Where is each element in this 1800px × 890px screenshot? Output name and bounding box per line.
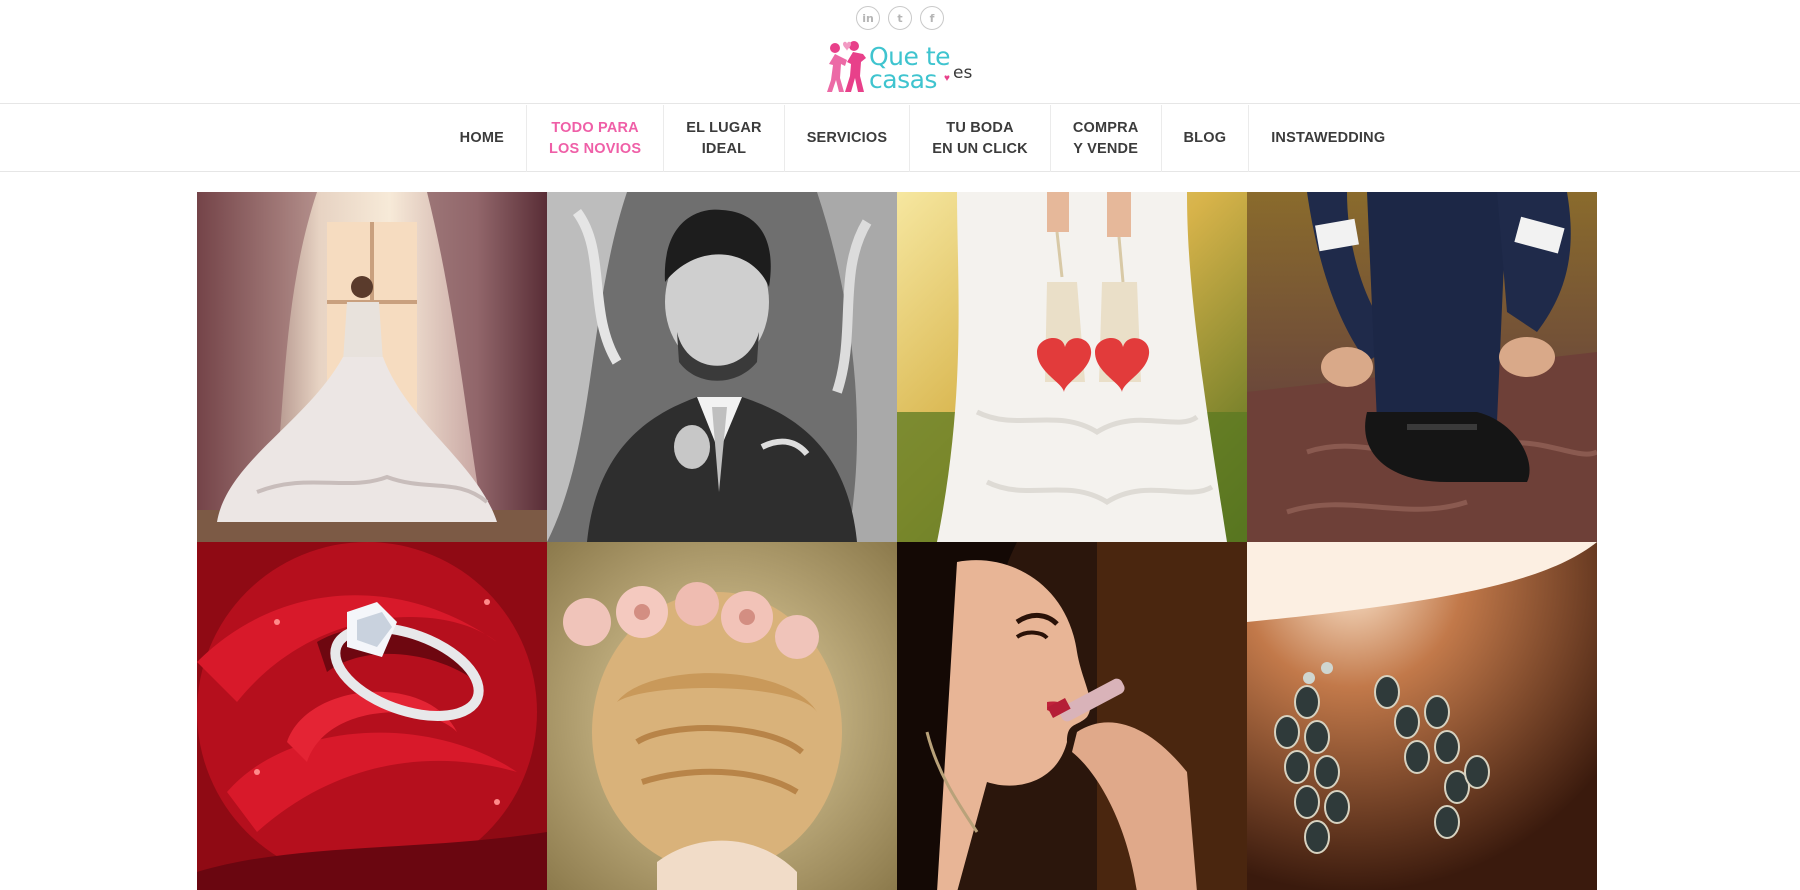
heart-icon: ♥ xyxy=(944,73,950,84)
site-logo[interactable]: Que te casas ♥ es xyxy=(823,38,973,96)
photo-gallery xyxy=(197,192,1597,890)
couple-logo-icon xyxy=(827,41,866,92)
facebook-icon[interactable]: f xyxy=(920,6,944,30)
nav-item-el-lugar-ideal[interactable]: EL LUGAR IDEAL xyxy=(663,105,783,172)
nav-items: HOME TODO PARA LOS NOVIOS EL LUGAR IDEAL… xyxy=(438,105,1408,172)
bride-at-window-photo[interactable] xyxy=(197,192,547,542)
logo-wordmark: Que te casas ♥ es xyxy=(869,40,973,94)
logo-line-2: casas xyxy=(869,65,937,94)
nav-item-home[interactable]: HOME xyxy=(438,105,526,172)
twitter-icon[interactable]: t xyxy=(888,6,912,30)
nav-item-servicios[interactable]: SERVICIOS xyxy=(783,105,910,172)
bridal-hair-flowers-photo[interactable] xyxy=(547,542,897,890)
nav-item-todo-para-los-novios[interactable]: TODO PARA LOS NOVIOS xyxy=(525,105,663,172)
linkedin-icon[interactable]: in xyxy=(856,6,880,30)
bride-lipstick-photo[interactable] xyxy=(897,542,1247,890)
ring-on-rose-photo[interactable] xyxy=(197,542,547,890)
diamond-earrings-photo[interactable] xyxy=(1247,542,1597,890)
groom-tying-shoes-photo[interactable] xyxy=(1247,192,1597,542)
social-links: in t f xyxy=(0,6,1800,30)
bride-heart-shoes-photo[interactable] xyxy=(897,192,1247,542)
site-header: in t f Que te casas ♥ es xyxy=(0,0,1800,104)
nav-item-instawedding[interactable]: INSTAWEDDING xyxy=(1248,105,1407,172)
groom-portrait-photo[interactable] xyxy=(547,192,897,542)
main-navigation: HOME TODO PARA LOS NOVIOS EL LUGAR IDEAL… xyxy=(0,105,1800,172)
logo-suffix: es xyxy=(953,63,973,83)
nav-item-compra-y-vende[interactable]: COMPRA Y VENDE xyxy=(1049,105,1161,172)
nav-item-tu-boda-en-un-click[interactable]: TU BODA EN UN CLICK xyxy=(909,105,1050,172)
nav-item-blog[interactable]: BLOG xyxy=(1160,105,1249,172)
